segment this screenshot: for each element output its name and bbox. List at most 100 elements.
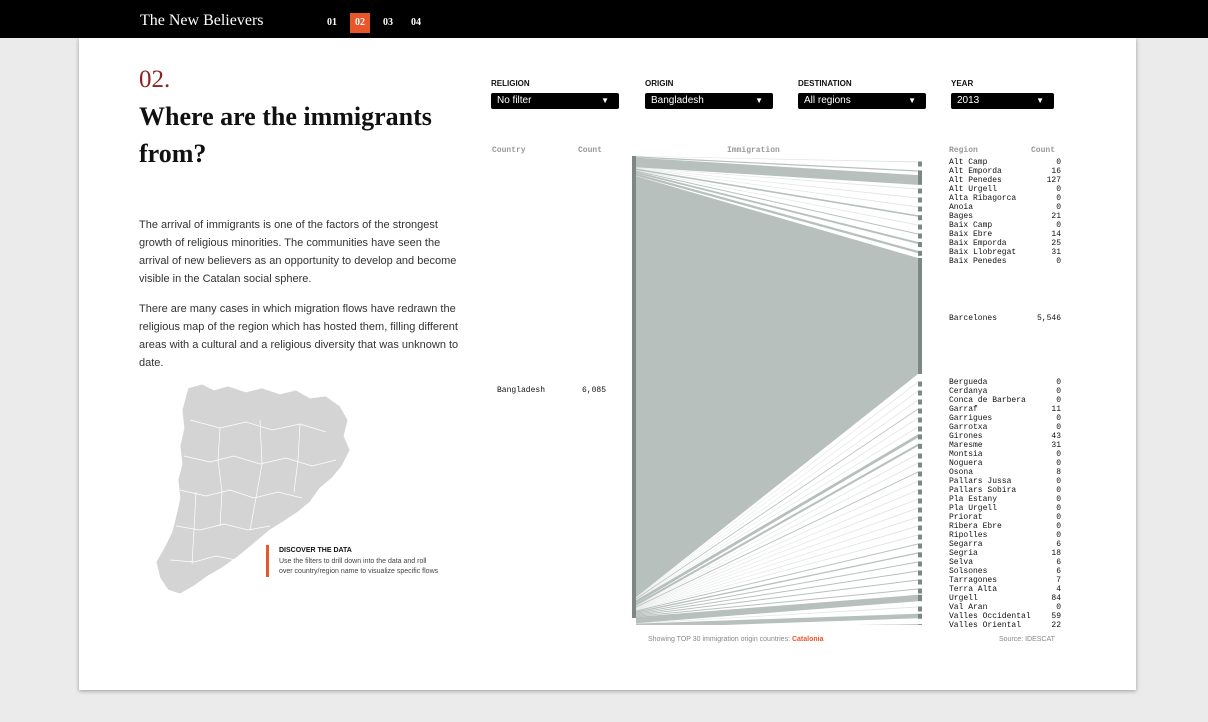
region-bar [918, 534, 922, 540]
region-bar [918, 588, 922, 594]
nav-item-03[interactable]: 03 [378, 13, 398, 33]
region-count: 5,546 [1036, 314, 1061, 323]
footer-source: Source: IDESCAT [999, 636, 1055, 643]
region-row[interactable]: Urgell 84 [949, 594, 1061, 603]
region-row[interactable]: Pla Estany 0 [949, 495, 1061, 504]
region-row[interactable]: Alt Penedes 127 [949, 176, 1061, 185]
region-row[interactable]: Noguera 0 [949, 459, 1061, 468]
region-bar [918, 426, 922, 432]
region-row[interactable]: Val Aran 0 [949, 603, 1061, 612]
region-row[interactable]: Garraf 11 [949, 405, 1061, 414]
region-row[interactable]: Selva 6 [949, 558, 1061, 567]
intro-paragraph: The arrival of immigrants is one of the … [139, 219, 457, 285]
region-row[interactable]: Garrotxa 0 [949, 423, 1061, 432]
region-count: 7 [1056, 576, 1061, 585]
origin-country-label[interactable]: Bangladesh [497, 386, 545, 395]
region-name: Anoia [949, 203, 974, 212]
nav-item-04[interactable]: 04 [406, 13, 426, 33]
region-name: Solsones [949, 567, 988, 576]
region-count: 0 [1056, 477, 1061, 486]
region-count-column-header: Count [1031, 146, 1056, 155]
region-row[interactable]: Tarragones 7 [949, 576, 1061, 585]
region-count: 0 [1056, 378, 1061, 387]
region-row[interactable]: Valles Oriental 22 [949, 621, 1061, 630]
region-count: 14 [1051, 230, 1061, 239]
section-nav: 01 02 03 04 [322, 13, 434, 33]
region-row[interactable]: Baix Emporda 25 [949, 239, 1061, 248]
region-row[interactable]: Garrigues 0 [949, 414, 1061, 423]
region-bar [918, 594, 922, 602]
region-name: Valles Occidental [949, 612, 1031, 621]
region-row[interactable]: Bages 21 [949, 212, 1061, 221]
region-row[interactable]: Anoia 0 [949, 203, 1061, 212]
region-count: 0 [1056, 603, 1061, 612]
region-count: 0 [1056, 387, 1061, 396]
region-bar [918, 507, 922, 513]
region-bar [918, 453, 922, 459]
region-name: Osona [949, 468, 974, 477]
region-row[interactable]: Girones 43 [949, 432, 1061, 441]
region-name: Baix Penedes [949, 257, 1007, 266]
country-column-header: Country [492, 146, 526, 155]
region-row[interactable]: Segria 18 [949, 549, 1061, 558]
region-row[interactable]: Conca de Barbera 0 [949, 396, 1061, 405]
religion-select[interactable]: No filter ▼ [491, 93, 619, 109]
region-row[interactable]: Segarra 6 [949, 540, 1061, 549]
nav-item-01[interactable]: 01 [322, 13, 342, 33]
region-row[interactable]: Pallars Sobira 0 [949, 486, 1061, 495]
region-row[interactable]: Alt Urgell 0 [949, 185, 1061, 194]
region-count: 21 [1051, 212, 1061, 221]
region-row[interactable]: Alt Emporda 16 [949, 167, 1061, 176]
nav-item-02[interactable]: 02 [350, 13, 370, 33]
year-select[interactable]: 2013 ▼ [951, 93, 1054, 109]
region-name: Noguera [949, 459, 983, 468]
region-count: 11 [1051, 405, 1061, 414]
region-row[interactable]: Ripolles 0 [949, 531, 1061, 540]
region-name: Montsia [949, 450, 983, 459]
region-row[interactable]: Barcelones 5,546 [949, 314, 1061, 323]
region-row[interactable]: Baix Llobregat 31 [949, 248, 1061, 257]
region-row[interactable]: Osona 8 [949, 468, 1061, 477]
region-name: Ripolles [949, 531, 988, 540]
region-row[interactable]: Ribera Ebre 0 [949, 522, 1061, 531]
region-row[interactable]: Valles Occidental 59 [949, 612, 1061, 621]
region-count: 0 [1056, 396, 1061, 405]
region-row[interactable]: Pla Urgell 0 [949, 504, 1061, 513]
origin-value: Bangladesh [651, 95, 704, 106]
origin-country-count: 6,085 [582, 386, 607, 395]
region-count: 6 [1056, 567, 1061, 576]
region-row[interactable]: Bergueda 0 [949, 378, 1061, 387]
region-count: 0 [1056, 522, 1061, 531]
region-bar [918, 188, 922, 194]
region-row[interactable]: Baix Camp 0 [949, 221, 1061, 230]
region-bar [918, 516, 922, 522]
region-count: 0 [1056, 459, 1061, 468]
region-row[interactable]: Baix Ebre 14 [949, 230, 1061, 239]
destination-label: DESTINATION [798, 79, 852, 88]
region-count: 4 [1056, 585, 1061, 594]
site-title[interactable]: The New Believers [140, 12, 264, 30]
region-row[interactable]: Montsia 0 [949, 450, 1061, 459]
region-count: 0 [1056, 257, 1061, 266]
region-row[interactable]: Maresme 31 [949, 441, 1061, 450]
region-bar [918, 417, 922, 423]
region-name: Baix Camp [949, 221, 993, 230]
region-name: Bages [949, 212, 974, 221]
religion-value: No filter [497, 95, 532, 106]
region-name: Pla Estany [949, 495, 998, 504]
region-row[interactable]: Alt Camp 0 [949, 158, 1061, 167]
region-row[interactable]: Alta Ribagorca 0 [949, 194, 1061, 203]
region-row[interactable]: Baix Penedes 0 [949, 257, 1061, 266]
region-row[interactable]: Priorat 0 [949, 513, 1061, 522]
destination-select[interactable]: All regions ▼ [798, 93, 926, 109]
region-row[interactable]: Terra Alta 4 [949, 585, 1061, 594]
region-row[interactable]: Cerdanya 0 [949, 387, 1061, 396]
footer-showing-text: Showing TOP 30 immigration origin countr… [648, 636, 791, 643]
region-row[interactable]: Pallars Jussa 0 [949, 477, 1061, 486]
region-bar [918, 258, 922, 374]
origin-select[interactable]: Bangladesh ▼ [645, 93, 773, 109]
region-name: Baix Ebre [949, 230, 993, 239]
region-bar [918, 570, 922, 576]
region-row[interactable]: Solsones 6 [949, 567, 1061, 576]
footer-scope-link[interactable]: Catalonia [792, 636, 824, 643]
